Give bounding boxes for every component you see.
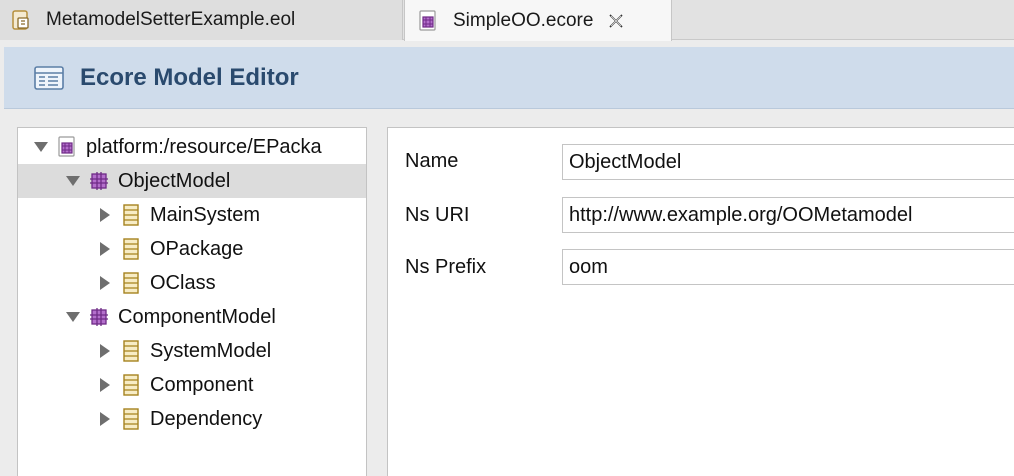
tree-item-mainsystem[interactable]: MainSystem: [18, 198, 366, 232]
editor-header: Ecore Model Editor: [4, 47, 1014, 109]
ns-uri-label: Ns URI: [405, 204, 470, 226]
eclass-icon: [120, 408, 142, 430]
chevron-right-icon[interactable]: [96, 342, 114, 360]
chevron-right-icon[interactable]: [96, 410, 114, 428]
tree-item-label: MainSystem: [150, 203, 261, 226]
tree-item-dependency[interactable]: Dependency: [18, 402, 366, 436]
tree-item-label: Component: [150, 373, 254, 396]
close-icon[interactable]: [607, 12, 625, 30]
tab-label: MetamodelSetterExample.eol: [46, 9, 296, 30]
eol-file-icon: [10, 9, 32, 31]
eclass-icon: [120, 238, 142, 260]
chevron-right-icon[interactable]: [96, 206, 114, 224]
properties-panel: Name ObjectModel Ns URI http://www.examp…: [387, 127, 1014, 476]
tab-label: SimpleOO.ecore: [453, 9, 594, 31]
epackage-icon: [88, 306, 110, 328]
tree-item-label: OPackage: [150, 237, 244, 260]
chevron-right-icon[interactable]: [96, 240, 114, 258]
chevron-down-icon[interactable]: [64, 308, 82, 326]
editor-icon: [34, 65, 64, 91]
eclass-icon: [120, 374, 142, 396]
ns-uri-field[interactable]: http://www.example.org/OOMetamodel: [562, 197, 1014, 233]
tree-item-component[interactable]: Component: [18, 368, 366, 402]
tree-item-label: platform:/resource/EPacka: [86, 135, 322, 158]
eclass-icon: [120, 340, 142, 362]
eclass-icon: [120, 204, 142, 226]
chevron-down-icon[interactable]: [32, 138, 50, 156]
tree-item-label: Dependency: [150, 407, 263, 430]
name-label: Name: [405, 150, 459, 172]
tree-item-label: ComponentModel: [118, 305, 276, 328]
name-field[interactable]: ObjectModel: [562, 144, 1014, 180]
editor-tab-bar: MetamodelSetterExample.eol SimpleOO.ecor…: [0, 0, 1014, 41]
tree-item-systemmodel[interactable]: SystemModel: [18, 334, 366, 368]
tree-item-componentmodel[interactable]: ComponentModel: [18, 300, 366, 334]
tab-metamodelsetterexample[interactable]: MetamodelSetterExample.eol: [0, 0, 403, 40]
tree-item-root[interactable]: platform:/resource/EPacka: [18, 130, 366, 164]
tree-item-oclass[interactable]: OClass: [18, 266, 366, 300]
eclass-icon: [120, 272, 142, 294]
ecore-file-icon: [417, 9, 439, 32]
ecore-resource-icon: [56, 136, 78, 158]
tree-item-label: SystemModel: [150, 339, 272, 362]
tree-item-label: ObjectModel: [118, 169, 231, 192]
editor-title: Ecore Model Editor: [80, 63, 299, 91]
ns-prefix-label: Ns Prefix: [405, 256, 487, 278]
tree-item-label: OClass: [150, 271, 216, 294]
chevron-right-icon[interactable]: [96, 376, 114, 394]
model-tree[interactable]: platform:/resource/EPacka ObjectModel Ma…: [17, 127, 367, 476]
chevron-down-icon[interactable]: [64, 172, 82, 190]
tree-item-opackage[interactable]: OPackage: [18, 232, 366, 266]
tab-simpleoo-ecore[interactable]: SimpleOO.ecore: [404, 0, 672, 41]
ns-prefix-field[interactable]: oom: [562, 249, 1014, 285]
chevron-right-icon[interactable]: [96, 274, 114, 292]
tree-item-objectmodel[interactable]: ObjectModel: [18, 164, 366, 198]
epackage-icon: [88, 170, 110, 192]
